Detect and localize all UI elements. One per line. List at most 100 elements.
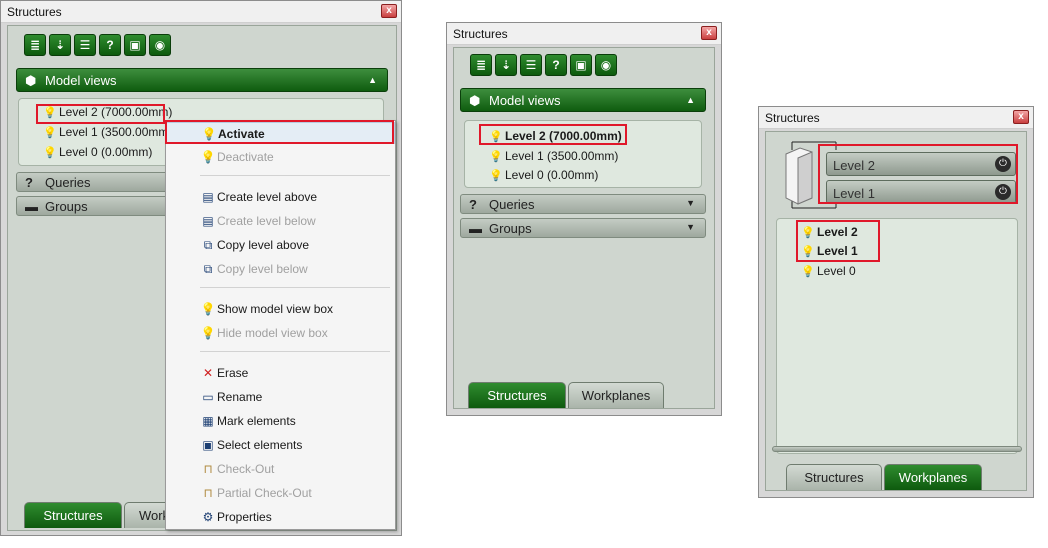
- select-elements-icon: ▣: [202, 438, 214, 452]
- model-views-label: Model views: [489, 93, 561, 108]
- menu-item-rename[interactable]: ▭ Rename: [166, 386, 395, 408]
- erase-icon: ✕: [202, 366, 214, 380]
- create-level-above-icon: ▤: [202, 190, 214, 204]
- list-item[interactable]: 💡 Level 0 (0.00mm): [43, 145, 152, 159]
- menu-separator: [200, 287, 390, 288]
- copy-level-above-icon: ⧉: [203, 238, 213, 252]
- menu-item-partial-check-out[interactable]: ⊓ Partial Check-Out: [166, 482, 395, 504]
- menu-item-copy-level-above[interactable]: ⧉ Copy level above: [166, 234, 395, 256]
- menu-item-mark-elements[interactable]: ▦ Mark elements: [166, 410, 395, 432]
- level-label: Level 1 (3500.00mm): [505, 149, 619, 163]
- menu-item-create-level-below[interactable]: ▤ Create level below: [166, 210, 395, 232]
- window-title: Structures: [453, 27, 508, 41]
- collapse-arrow-icon[interactable]: ▲: [686, 95, 695, 105]
- bulb-off-icon: 💡: [489, 151, 503, 163]
- menu-item-erase[interactable]: ✕ Erase: [166, 362, 395, 384]
- highlight-box: [818, 144, 1018, 204]
- cube-icon: ⬢: [469, 93, 481, 108]
- splitter-handle[interactable]: [772, 446, 1022, 452]
- bulb-off-icon: 💡: [200, 150, 216, 164]
- menu-item-deactivate[interactable]: 💡 Deactivate: [166, 146, 395, 168]
- highlight-box: [165, 120, 394, 144]
- close-button[interactable]: x: [381, 4, 397, 18]
- check-out-icon: ⊓: [203, 462, 213, 476]
- stack-icon[interactable]: ≣: [470, 54, 492, 76]
- structures-window-2: Structures x ≣ ⇣ ☰ ? ▣ ◉ ⬢ Model views ▲…: [446, 22, 722, 416]
- list-icon[interactable]: ☰: [74, 34, 96, 56]
- model-views-header[interactable]: ⬢ Model views ▲: [16, 68, 388, 92]
- properties-icon: ⚙: [202, 510, 214, 524]
- highlight-box: [479, 124, 627, 145]
- highlight-box: [36, 104, 165, 124]
- menu-item-hide-model-view-box[interactable]: 💡 Hide model view box: [166, 322, 395, 344]
- list-item[interactable]: 💡 Level 0 (0.00mm): [489, 168, 598, 182]
- question-icon: ?: [25, 175, 33, 190]
- copy-level-below-icon: ⧉: [203, 262, 213, 276]
- list-item[interactable]: 💡 Level 0: [801, 264, 856, 278]
- menu-separator: [200, 175, 390, 176]
- context-menu: 💡 Activate 💡 Deactivate ▤ Create level a…: [165, 120, 396, 530]
- bulb-on-icon: 💡: [200, 302, 216, 316]
- eye-icon[interactable]: ◉: [149, 34, 171, 56]
- groups-label: Groups: [489, 221, 532, 236]
- folder-icon[interactable]: ▣: [570, 54, 592, 76]
- cube-icon: ⬢: [25, 73, 37, 88]
- collapse-arrow-icon[interactable]: ▲: [368, 75, 377, 85]
- level-label: Level 0: [817, 264, 856, 278]
- toolbar: ≣ ⇣ ☰ ? ▣ ◉: [24, 34, 171, 56]
- highlight-box: [796, 220, 880, 262]
- tab-structures[interactable]: Structures: [468, 382, 566, 408]
- eye-icon[interactable]: ◉: [595, 54, 617, 76]
- menu-item-copy-level-below[interactable]: ⧉ Copy level below: [166, 258, 395, 280]
- tab-workplanes[interactable]: Workplanes: [884, 464, 982, 490]
- question-icon: ?: [469, 197, 477, 212]
- folder-icon[interactable]: ▣: [124, 34, 146, 56]
- menu-item-create-level-above[interactable]: ▤ Create level above: [166, 186, 395, 208]
- menu-separator: [200, 351, 390, 352]
- title-bar: Structures x: [759, 107, 1033, 129]
- tab-structures[interactable]: Structures: [24, 502, 122, 528]
- folder-icon: ▬: [469, 221, 482, 236]
- level-label: Level 1 (3500.00mm: [59, 125, 169, 139]
- tab-structures[interactable]: Structures: [786, 464, 882, 490]
- chevron-down-icon[interactable]: ▼: [686, 222, 695, 232]
- menu-item-check-out[interactable]: ⊓ Check-Out: [166, 458, 395, 480]
- menu-item-select-elements[interactable]: ▣ Select elements: [166, 434, 395, 456]
- rename-icon: ▭: [202, 390, 214, 404]
- bulb-on-icon: 💡: [43, 127, 57, 139]
- close-button[interactable]: x: [1013, 110, 1029, 124]
- help-icon[interactable]: ?: [545, 54, 567, 76]
- menu-item-show-model-view-box[interactable]: 💡 Show model view box: [166, 298, 395, 320]
- import-icon[interactable]: ⇣: [49, 34, 71, 56]
- groups-header[interactable]: ▬ Groups ▼: [460, 218, 706, 238]
- bulb-on-icon: 💡: [801, 266, 815, 278]
- level-label: Level 0 (0.00mm): [505, 168, 599, 182]
- groups-label: Groups: [45, 199, 88, 214]
- import-icon[interactable]: ⇣: [495, 54, 517, 76]
- help-icon[interactable]: ?: [99, 34, 121, 56]
- queries-header[interactable]: ? Queries ▼: [460, 194, 706, 214]
- list-icon[interactable]: ☰: [520, 54, 542, 76]
- chevron-down-icon[interactable]: ▼: [686, 198, 695, 208]
- toolbar: ≣ ⇣ ☰ ? ▣ ◉: [470, 54, 617, 76]
- folder-icon: ▬: [25, 199, 38, 214]
- stack-icon[interactable]: ≣: [24, 34, 46, 56]
- bulb-off-icon: 💡: [200, 326, 216, 340]
- queries-label: Queries: [45, 175, 91, 190]
- panel-body: ≣ ⇣ ☰ ? ▣ ◉ ⬢ Model views ▲ 💡 Level 2 (70…: [453, 47, 715, 409]
- window-title: Structures: [7, 5, 62, 19]
- bulb-on-icon: 💡: [43, 147, 57, 159]
- list-item[interactable]: 💡 Level 1 (3500.00mm): [489, 149, 618, 163]
- menu-item-properties[interactable]: ⚙ Properties: [166, 506, 395, 528]
- bulb-off-icon: 💡: [489, 170, 503, 182]
- list-item[interactable]: 💡 Level 1 (3500.00mm: [43, 125, 168, 139]
- model-views-label: Model views: [45, 73, 117, 88]
- create-level-below-icon: ▤: [202, 214, 214, 228]
- close-button[interactable]: x: [701, 26, 717, 40]
- partial-check-out-icon: ⊓: [203, 486, 213, 500]
- queries-label: Queries: [489, 197, 535, 212]
- model-views-header[interactable]: ⬢ Model views ▲: [460, 88, 706, 112]
- tab-workplanes[interactable]: Workplanes: [568, 382, 664, 408]
- title-bar: Structures x: [447, 23, 721, 45]
- window-title: Structures: [765, 111, 820, 125]
